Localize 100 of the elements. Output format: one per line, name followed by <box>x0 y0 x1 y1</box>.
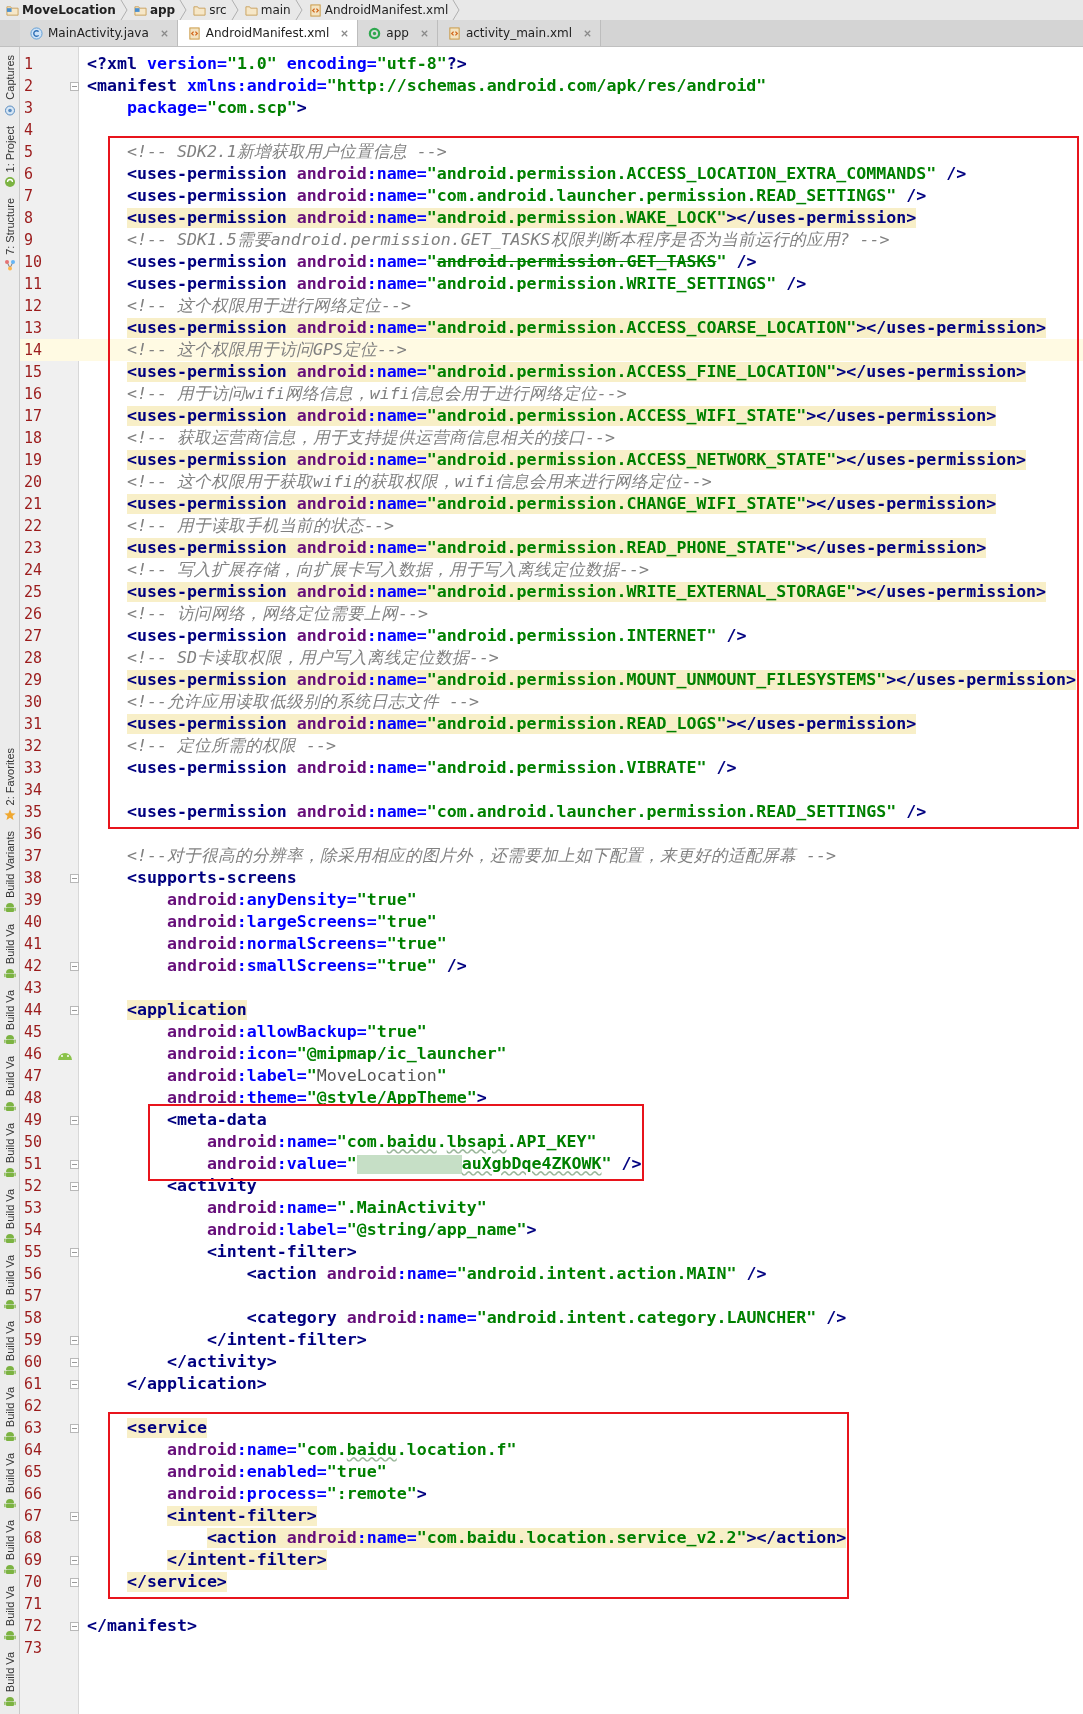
line-number: 1 <box>23 55 35 73</box>
android-icon[interactable] <box>3 1365 16 1378</box>
line-number: 4 <box>23 121 35 139</box>
code-line: android:theme="@style/AppTheme"> <box>166 1088 487 1108</box>
fold-icon[interactable] <box>70 1247 79 1257</box>
tool-window-label[interactable]: 7: Structure <box>3 198 16 255</box>
editor-tab[interactable]: activity_main.xml <box>437 20 602 46</box>
android-icon[interactable] <box>3 902 16 915</box>
breadcrumb-item[interactable]: main <box>238 3 295 17</box>
code-line: <intent-filter> <box>206 1242 357 1262</box>
fold-icon[interactable] <box>70 1511 79 1521</box>
tool-window-label[interactable]: Build Va <box>3 1321 16 1362</box>
close-icon[interactable] <box>419 28 429 38</box>
line-number: 41 <box>23 935 44 953</box>
android-icon[interactable] <box>3 968 16 981</box>
editor-tab[interactable]: app <box>358 20 438 46</box>
android-icon[interactable] <box>3 1563 16 1576</box>
code-line: <uses-permission android:name="android.permission.INTERNET" /> <box>126 626 747 646</box>
fold-icon[interactable] <box>70 81 79 91</box>
line-number: 43 <box>23 979 44 997</box>
fold-icon[interactable] <box>70 1335 79 1345</box>
android-icon[interactable] <box>3 1299 16 1312</box>
close-icon[interactable] <box>583 28 593 38</box>
line-number: 44 <box>23 1001 44 1019</box>
line-number: 37 <box>23 847 44 865</box>
close-icon[interactable] <box>340 28 350 38</box>
line-number: 59 <box>23 1331 44 1349</box>
fold-icon[interactable] <box>70 1379 79 1389</box>
android-icon[interactable] <box>3 1629 16 1642</box>
android-icon[interactable] <box>3 1232 16 1245</box>
line-number: 19 <box>23 451 44 469</box>
code-line: <!-- 用于访问wifi网络信息，wifi信息会用于进行网络定位--> <box>126 384 627 404</box>
breadcrumb-item[interactable]: MoveLocation <box>0 3 120 17</box>
editor-tab[interactable]: MainActivity.java <box>20 20 178 46</box>
code-line: <manifest xmlns:android="http://schemas.android.com/apk/res/android" <box>87 76 767 96</box>
structure-icon[interactable] <box>3 258 16 271</box>
tool-window-label[interactable]: 2: Favorites <box>3 747 16 806</box>
folder-icon <box>133 3 147 17</box>
line-number: 18 <box>23 429 44 447</box>
line-number: 58 <box>23 1309 44 1327</box>
tool-window-label[interactable]: Build Va <box>3 924 16 965</box>
fold-icon[interactable] <box>70 1555 79 1565</box>
line-number: 38 <box>23 869 44 887</box>
fold-icon[interactable] <box>70 873 79 883</box>
tool-window-label[interactable]: Build Va <box>3 1519 16 1560</box>
line-number: 6 <box>23 165 35 183</box>
breadcrumb-item[interactable]: src <box>187 3 231 17</box>
android-icon[interactable] <box>3 1100 16 1113</box>
tool-window-label[interactable]: Build Va <box>3 1387 16 1428</box>
tool-window-label[interactable]: Build Va <box>3 990 16 1031</box>
fold-icon[interactable] <box>70 1005 79 1015</box>
fold-icon[interactable] <box>70 1357 79 1367</box>
android-icon[interactable] <box>3 1034 16 1047</box>
breadcrumb-item[interactable]: AndroidManifest.xml <box>302 3 453 17</box>
tool-window-label[interactable]: 1: Project <box>3 125 16 173</box>
tool-window-label[interactable]: Build Variants <box>3 831 16 899</box>
code-line: <uses-permission android:name="com.android.launcher.permission.READ_SETTINGS" /> <box>126 186 927 206</box>
code-line: <uses-permission android:name="android.permission.GET_TASKS" /> <box>126 252 757 272</box>
code-line: package="com.scp"> <box>126 98 307 118</box>
ring-icon <box>368 26 382 40</box>
line-number: 21 <box>23 495 44 513</box>
android-icon[interactable] <box>3 1166 16 1179</box>
project-icon[interactable] <box>3 176 16 189</box>
code-line: android:icon="@mipmap/ic_launcher" <box>166 1044 507 1064</box>
breadcrumb-item[interactable]: app <box>127 3 180 17</box>
camera-icon[interactable] <box>3 103 16 116</box>
android-icon[interactable] <box>3 1696 16 1708</box>
line-number: 17 <box>23 407 44 425</box>
line-number: 70 <box>23 1573 44 1591</box>
folder-icon <box>244 3 258 17</box>
tool-window-label[interactable]: Build Va <box>3 1188 16 1229</box>
fold-icon[interactable] <box>70 961 79 971</box>
fold-icon[interactable] <box>70 1577 79 1587</box>
tool-window-label[interactable]: Build Va <box>3 1453 16 1494</box>
code-line: android:name="com.baidu.location.f" <box>166 1440 517 1460</box>
editor-tab[interactable]: AndroidManifest.xml <box>177 20 359 46</box>
close-icon[interactable] <box>159 28 169 38</box>
android-icon[interactable] <box>3 1497 16 1510</box>
tool-window-label[interactable]: Captures <box>3 55 16 100</box>
android-icon[interactable] <box>3 1431 16 1444</box>
fold-icon[interactable] <box>70 1159 79 1169</box>
star-icon[interactable] <box>3 809 16 822</box>
tool-window-label[interactable]: Build Va <box>3 1651 16 1692</box>
line-number: 66 <box>23 1485 44 1503</box>
tool-window-label[interactable]: Build Va <box>3 1056 16 1097</box>
fold-icon[interactable] <box>70 1181 79 1191</box>
line-number: 48 <box>23 1089 44 1107</box>
tool-window-label[interactable]: Build Va <box>3 1254 16 1296</box>
code-line: <uses-permission android:name="android.permission.ACCESS_LOCATION_EXTRA_COMMANDS" /> <box>126 164 967 184</box>
line-number: 56 <box>23 1265 44 1283</box>
code-line: <meta-data <box>166 1110 267 1130</box>
line-number: 7 <box>23 187 35 205</box>
tool-window-label[interactable]: Build Va <box>3 1585 16 1626</box>
fold-icon[interactable] <box>70 1621 79 1631</box>
fold-icon[interactable] <box>70 1115 79 1125</box>
line-number: 16 <box>23 385 44 403</box>
tool-window-label[interactable]: Build Va <box>3 1122 16 1163</box>
code-line: <category android:name="android.intent.category.LAUNCHER" /> <box>246 1308 847 1328</box>
line-number: 30 <box>23 693 44 711</box>
fold-icon[interactable] <box>70 1423 79 1433</box>
